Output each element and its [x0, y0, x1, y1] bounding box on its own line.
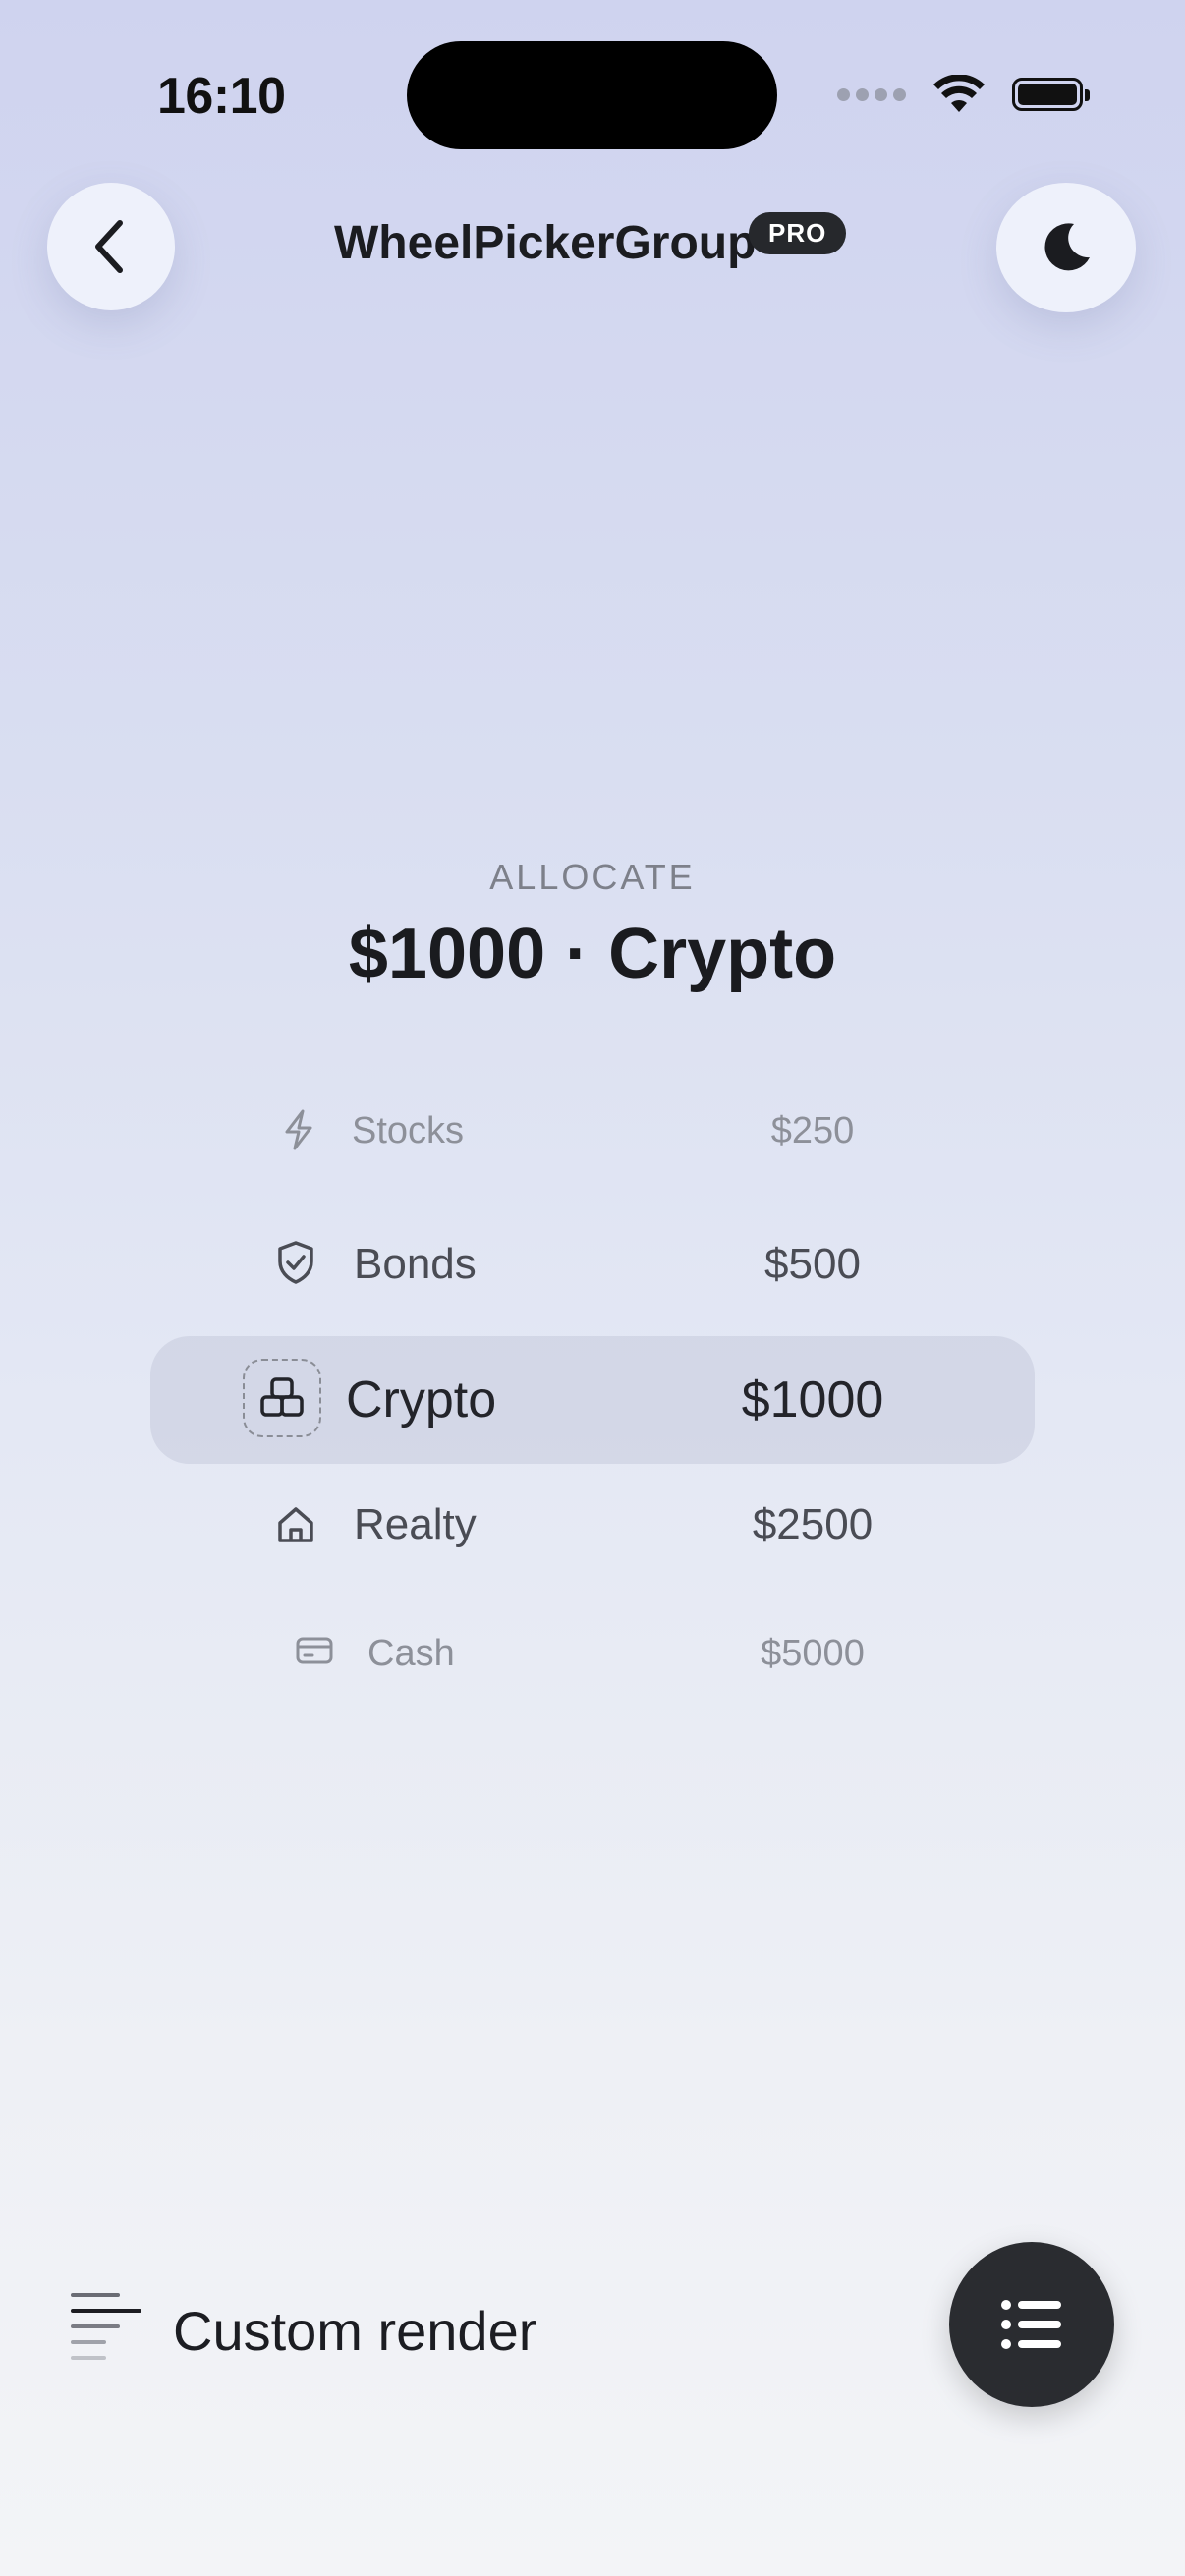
- shield-check-icon: [275, 1240, 316, 1285]
- card-icon: [295, 1635, 334, 1666]
- cellular-signal-icon: [837, 87, 906, 101]
- back-button[interactable]: [47, 183, 175, 310]
- picker-row-amount: $5000: [761, 1633, 865, 1674]
- battery-icon: [1012, 78, 1090, 111]
- render-mode-label: Custom render: [173, 2299, 537, 2362]
- moon-icon: [1044, 223, 1090, 271]
- picker-row-name: Stocks: [352, 1110, 465, 1151]
- align-left-icon: [71, 2293, 141, 2360]
- picker-label: ALLOCATE: [489, 857, 696, 897]
- pro-badge: PRO: [749, 212, 847, 254]
- page-title: WheelPickerGroup: [334, 217, 757, 269]
- status-time: 16:10: [157, 68, 286, 125]
- status-icons: [837, 75, 1090, 114]
- house-icon: [275, 1504, 316, 1545]
- lightning-icon: [279, 1108, 318, 1151]
- picker-summary: $1000 · Crypto: [348, 915, 837, 993]
- picker-row-amount: $2500: [752, 1500, 874, 1548]
- picker-row-amount: $500: [764, 1240, 861, 1288]
- chevron-left-icon: [95, 220, 123, 273]
- picker-row-amount: $250: [770, 1110, 855, 1151]
- picker-row-amount: $1000: [741, 1372, 884, 1428]
- wifi-icon: [933, 75, 985, 112]
- dynamic-island: [407, 41, 777, 149]
- blocks-icon: [243, 1359, 321, 1437]
- list-icon: [1001, 2300, 1061, 2349]
- picker-row-name: Crypto: [346, 1372, 497, 1428]
- theme-toggle-button[interactable]: [996, 183, 1136, 312]
- options-fab-button[interactable]: [949, 2242, 1114, 2407]
- picker-row-name: Realty: [354, 1500, 477, 1548]
- render-mode-toggle[interactable]: Custom render: [69, 2289, 536, 2372]
- picker-row-name: Cash: [367, 1633, 455, 1674]
- picker-row-name: Bonds: [354, 1240, 477, 1288]
